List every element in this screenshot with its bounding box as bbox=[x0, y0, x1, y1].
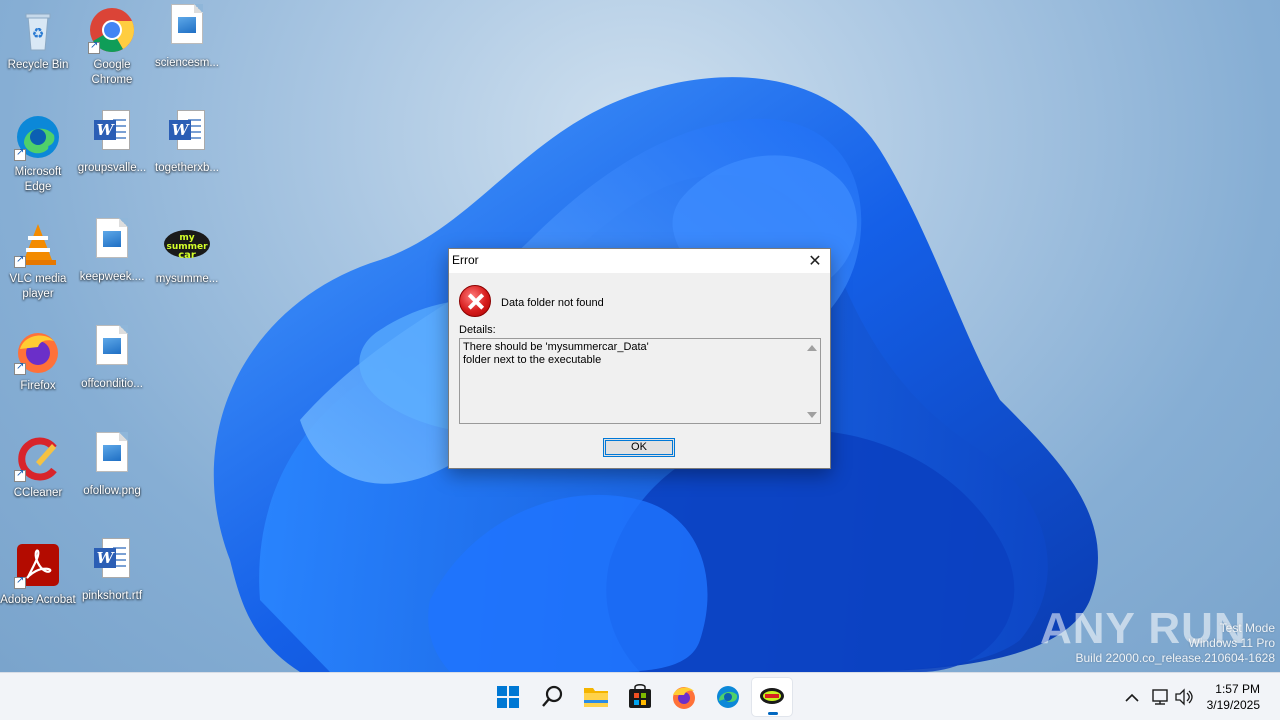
image-file-icon bbox=[96, 432, 128, 472]
taskbar: 1:57 PM 3/19/2025 bbox=[0, 672, 1280, 720]
recycle-bin-icon: ♻ bbox=[14, 6, 62, 54]
error-message: Data folder not found bbox=[501, 297, 604, 309]
ccleaner-icon bbox=[14, 434, 62, 482]
shortcut-arrow-icon bbox=[14, 147, 26, 161]
store-button[interactable] bbox=[620, 678, 660, 716]
taskbar-clock[interactable]: 1:57 PM 3/19/2025 bbox=[1207, 681, 1260, 713]
search-button[interactable] bbox=[532, 678, 572, 716]
desktop-icon-groupsvalle[interactable]: W groupsvalle... bbox=[74, 107, 150, 207]
desktop-icon-firefox[interactable]: Firefox bbox=[0, 321, 76, 421]
close-icon[interactable]: ✕ bbox=[800, 249, 830, 273]
network-icon[interactable] bbox=[1152, 689, 1168, 705]
desktop-icon-ccleaner[interactable]: CCleaner bbox=[0, 428, 76, 528]
clock-date: 3/19/2025 bbox=[1206, 698, 1260, 712]
desktop-icon-acrobat[interactable]: Adobe Acrobat bbox=[0, 535, 76, 635]
firefox-icon bbox=[673, 687, 695, 709]
desktop-icon-label: ofollow.png bbox=[83, 485, 141, 497]
desktop-icon-keepweek[interactable]: keepweek.... bbox=[74, 214, 150, 314]
volume-icon[interactable] bbox=[1175, 688, 1193, 706]
desktop-icon-ofollow[interactable]: ofollow.png bbox=[74, 428, 150, 528]
desktop-icon-label: togetherxb... bbox=[155, 162, 219, 174]
image-file-icon bbox=[171, 4, 203, 44]
firefox-taskbar-button[interactable] bbox=[664, 678, 704, 716]
desktop-icon-sciencesm[interactable]: sciencesm... bbox=[149, 0, 225, 100]
desktop-icon-label: Adobe Acrobat bbox=[0, 594, 76, 606]
image-file-icon bbox=[96, 325, 128, 365]
error-icon bbox=[459, 285, 491, 317]
details-text: There should be 'mysummercar_Data' folde… bbox=[463, 341, 649, 366]
desktop-icon-togetherxb[interactable]: W togetherxb... bbox=[149, 107, 225, 207]
desktop-icon-label: Recycle Bin bbox=[7, 59, 69, 71]
desktop-icon-label: VLC media player bbox=[9, 273, 67, 300]
shortcut-arrow-icon bbox=[14, 254, 26, 268]
edge-icon bbox=[14, 113, 62, 161]
file-explorer-icon bbox=[584, 688, 608, 707]
image-file-icon bbox=[96, 218, 128, 258]
mysummercar-taskbar-button[interactable] bbox=[752, 678, 792, 716]
search-icon bbox=[542, 685, 563, 707]
clock-time: 1:57 PM bbox=[1215, 682, 1260, 696]
desktop-icon-label: Firefox bbox=[20, 380, 56, 392]
desktop-icon-mysummercar[interactable]: my summer car mysumme... bbox=[149, 214, 225, 314]
svg-text:car: car bbox=[178, 250, 196, 261]
desktop-icon-offconditio[interactable]: offconditio... bbox=[74, 321, 150, 421]
my-summer-car-icon: my summer car bbox=[163, 220, 211, 268]
desktop-icon-label: offconditio... bbox=[81, 378, 143, 390]
start-button[interactable] bbox=[488, 678, 528, 716]
desktop-icon-edge[interactable]: Microsoft Edge bbox=[0, 107, 76, 207]
desktop-icon-label: mysumme... bbox=[155, 273, 219, 285]
scroll-down-icon[interactable] bbox=[807, 412, 817, 418]
dialog-title: Error bbox=[452, 253, 479, 267]
word-document-icon: W bbox=[94, 110, 130, 152]
desktop-icon-label: keepweek.... bbox=[79, 271, 145, 283]
desktop-icon-label: sciencesm... bbox=[155, 57, 219, 69]
shortcut-arrow-icon bbox=[88, 40, 100, 54]
show-hidden-icons-icon[interactable] bbox=[1125, 693, 1139, 702]
shortcut-arrow-icon bbox=[14, 361, 26, 375]
desktop-icon-label: CCleaner bbox=[13, 487, 63, 499]
my-summer-car-icon bbox=[760, 688, 784, 704]
desktop-icon-label: groupsvalle... bbox=[77, 162, 147, 174]
edge-icon bbox=[717, 686, 739, 708]
details-scrollbar[interactable] bbox=[803, 339, 820, 423]
firefox-icon bbox=[14, 327, 62, 375]
watermark-line: Build 22000.co_release.210604-1628 bbox=[1075, 651, 1276, 665]
watermark-line: Test Mode bbox=[1219, 621, 1275, 635]
edge-taskbar-button[interactable] bbox=[708, 678, 748, 716]
desktop-icon-pinkshort[interactable]: W pinkshort.rtf bbox=[74, 535, 150, 635]
desktop-icon-recycle-bin[interactable]: ♻ Recycle Bin bbox=[0, 0, 76, 100]
shortcut-arrow-icon bbox=[14, 575, 26, 589]
desktop-icon-label: pinkshort.rtf bbox=[81, 590, 143, 602]
desktop-icon-chrome[interactable]: Google Chrome bbox=[74, 0, 150, 100]
word-document-icon: W bbox=[94, 538, 130, 580]
error-dialog: Error ✕ Data folder not found Details: T… bbox=[448, 248, 831, 469]
ok-button[interactable]: OK bbox=[603, 438, 675, 457]
shortcut-arrow-icon bbox=[14, 468, 26, 482]
watermark-line: Windows 11 Pro bbox=[1188, 636, 1275, 650]
file-explorer-button[interactable] bbox=[576, 678, 616, 716]
desktop-icon-label: Microsoft Edge bbox=[14, 166, 62, 193]
svg-text:♻: ♻ bbox=[32, 26, 45, 42]
desktop-icon-vlc[interactable]: VLC media player bbox=[0, 214, 76, 314]
desktop-icon-label: Google Chrome bbox=[91, 59, 133, 86]
chrome-icon bbox=[88, 6, 136, 54]
test-mode-watermark: Test Mode Windows 11 Pro Build 22000.co_… bbox=[1076, 621, 1276, 666]
details-label: Details: bbox=[459, 324, 496, 336]
start-icon bbox=[497, 686, 519, 708]
acrobat-icon bbox=[14, 541, 62, 589]
dialog-titlebar[interactable]: Error ✕ bbox=[449, 249, 830, 273]
store-icon bbox=[629, 684, 651, 708]
system-tray bbox=[1118, 673, 1198, 720]
vlc-icon bbox=[14, 220, 62, 268]
details-textbox[interactable]: There should be 'mysummercar_Data' folde… bbox=[459, 338, 821, 424]
scroll-up-icon[interactable] bbox=[807, 345, 817, 351]
word-document-icon: W bbox=[169, 110, 205, 152]
